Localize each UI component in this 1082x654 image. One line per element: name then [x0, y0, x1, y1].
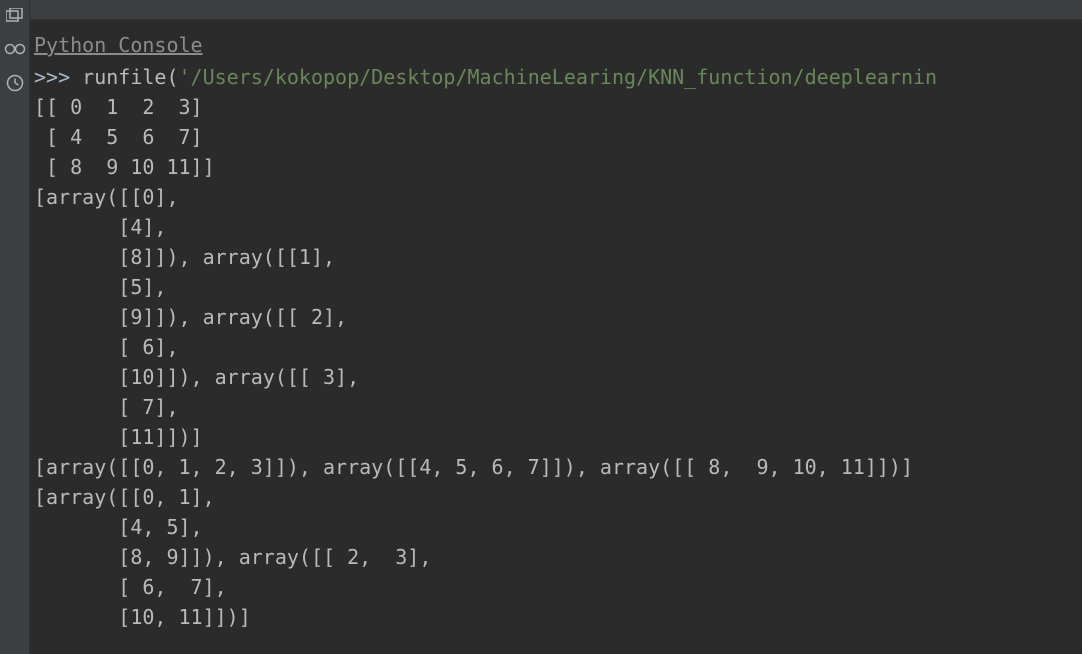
output-line: [[ 0 1 2 3]	[34, 95, 203, 119]
glasses-icon[interactable]	[4, 38, 26, 60]
output-line: [ 8 9 10 11]]	[34, 155, 215, 179]
output-line: [5],	[34, 275, 166, 299]
windows-icon[interactable]	[4, 4, 26, 26]
output-line: [4, 5],	[34, 515, 203, 539]
output-line: [array([[0],	[34, 185, 179, 209]
command-string: '/Users/kokopop/Desktop/MachineLearing/K…	[179, 65, 938, 89]
output-line: [ 4 5 6 7]	[34, 125, 203, 149]
output-line: [8]]), array([[1],	[34, 245, 335, 269]
prompt-marker: >>>	[34, 65, 82, 89]
output-line: [ 6],	[34, 335, 179, 359]
output-line: [10]]), array([[ 3],	[34, 365, 359, 389]
output-line: [array([[0, 1],	[34, 485, 215, 509]
output-line: [10, 11]])]	[34, 605, 251, 629]
output-line: [9]]), array([[ 2],	[34, 305, 347, 329]
console-content[interactable]: >>> runfile('/Users/kokopop/Desktop/Mach…	[30, 62, 1082, 632]
output-line: [array([[0, 1, 2, 3]]), array([[4, 5, 6,…	[34, 455, 913, 479]
command-func: runfile(	[82, 65, 178, 89]
history-icon[interactable]	[4, 72, 26, 94]
console-title: Python Console	[30, 20, 1082, 62]
output-line: [ 7],	[34, 395, 179, 419]
console-panel: Python Console >>> runfile('/Users/kokop…	[30, 0, 1082, 654]
output-line: [4],	[34, 215, 166, 239]
output-line: [11]])]	[34, 425, 203, 449]
output-line: [ 6, 7],	[34, 575, 227, 599]
tool-sidebar	[0, 0, 30, 654]
output-line: [8, 9]]), array([[ 2, 3],	[34, 545, 431, 569]
top-strip	[30, 0, 1082, 20]
